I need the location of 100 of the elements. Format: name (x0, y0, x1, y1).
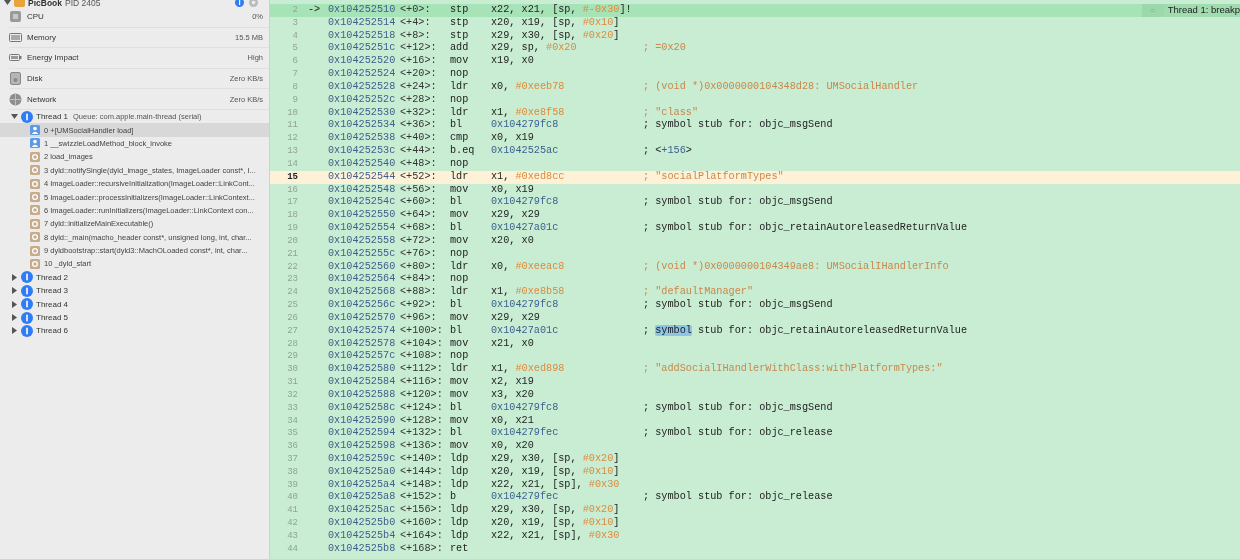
address: 0x104252584 (328, 376, 397, 389)
thread-icon (21, 311, 33, 324)
collapsed-triangle-icon[interactable] (11, 287, 18, 295)
offset: <+24>: (400, 80, 438, 94)
offset: <+48>: (400, 157, 438, 171)
line-number: 23 (286, 273, 299, 287)
operands: x29, x29 (491, 311, 541, 325)
operands: x22, x21, [sp], #0x30 (491, 478, 621, 491)
comment: ; symbol stub for: objc_retainAutoreleasedReturnValue (643, 324, 969, 338)
operands: x0, x21 (491, 414, 535, 427)
collapsed-triangle-icon[interactable] (11, 327, 18, 335)
address: 0x10425256c (328, 299, 397, 312)
comment: ; symbol stub for: objc_retainAutoreleasedReturnValue (643, 222, 968, 235)
line-number: 20 (286, 234, 299, 248)
offset: <+20>: (400, 68, 438, 81)
operands: 0x10427a01c (491, 222, 560, 235)
comment: ; "class" (643, 106, 700, 119)
line-number: 26 (286, 311, 299, 325)
line-number: 33 (286, 401, 299, 415)
mnemonic: ldp (450, 504, 470, 517)
offset: <+44>: (400, 145, 438, 158)
line-number: 16 (286, 183, 299, 197)
offset: <+88>: (400, 286, 438, 300)
address: 0x104252558 (328, 234, 397, 248)
address: 0x104252564 (328, 273, 397, 287)
line-number: 9 (291, 93, 299, 107)
thread-label[interactable]: Thread 6 (36, 326, 69, 336)
offset: <+76>: (400, 247, 438, 261)
mnemonic: mov (450, 388, 470, 402)
operands: x29, x30, [sp, #0x20] (491, 453, 621, 466)
mnemonic: nop (450, 247, 470, 261)
line-number: 15 (286, 170, 299, 184)
operands: x29, x29 (491, 209, 541, 223)
offset: <+136>: (400, 440, 444, 453)
line-number: 35 (286, 427, 299, 441)
address: 0x104252530 (328, 106, 397, 120)
thread-label[interactable]: Thread 5 (36, 313, 69, 322)
pc-arrow: -> (307, 4, 322, 17)
mnemonic: stp (450, 4, 470, 17)
offset: <+40>: (400, 132, 438, 146)
address: 0x104252548 (328, 183, 397, 197)
operands: 0x1042525ac (491, 145, 560, 158)
offset: <+32>: (400, 106, 438, 120)
address: 0x1042525b0 (328, 517, 397, 530)
address: 0x10425254c (328, 196, 397, 210)
address: 0x104252598 (328, 440, 397, 453)
offset: <+56>: (400, 183, 438, 197)
offset: <+152>: (400, 491, 444, 505)
address: 0x104252578 (328, 337, 397, 351)
line-number: 32 (286, 388, 299, 402)
operands: x1, #0xed8cc (491, 170, 566, 184)
collapsed-triangle-icon[interactable] (11, 273, 18, 281)
line-number: 5 (291, 42, 299, 56)
line-number: 36 (286, 440, 299, 453)
operands: x20, x19, [sp, #0x10] (491, 16, 621, 30)
line-number: 21 (286, 247, 299, 261)
mnemonic: add (450, 42, 470, 56)
address: 0x10425255c (328, 247, 397, 261)
mnemonic: ldr (450, 286, 470, 299)
comment: ; symbol stub for: objc_release (643, 491, 834, 505)
offset: <+28>: (400, 93, 438, 107)
mnemonic: ldr (450, 80, 470, 94)
mnemonic: stp (450, 16, 470, 30)
offset: <+36>: (400, 119, 438, 133)
offset: <+80>: (400, 260, 438, 274)
expanded-triangle-icon[interactable] (11, 113, 18, 121)
operands: x0, x19 (491, 132, 535, 146)
collapsed-triangle-icon[interactable] (11, 300, 18, 308)
operands: x20, x19, [sp, #0x10] (491, 517, 621, 530)
thread-label[interactable]: Thread 3 (36, 286, 69, 296)
mnemonic: nop (450, 350, 470, 363)
address: 0x104252574 (328, 324, 397, 338)
line-number: 10 (286, 106, 299, 120)
thread-label[interactable]: Thread 4 (36, 299, 69, 309)
operands: x22, x21, [sp], #0x30 (491, 529, 621, 543)
line-number: 11 (286, 119, 299, 133)
line-number: 22 (286, 260, 299, 274)
offset: <+160>: (400, 517, 444, 530)
operands: x20, x19, [sp, #0x10] (491, 465, 621, 479)
address: 0x1042525a0 (328, 465, 397, 479)
address: 0x10425251c (328, 42, 397, 56)
mnemonic: mov (450, 337, 470, 351)
address: 0x104252580 (328, 363, 397, 377)
offset: <+92>: (400, 299, 438, 312)
operands: x0, #0xeeac8 (491, 260, 566, 274)
person-icon (30, 138, 40, 149)
offset: <+116>: (400, 376, 444, 389)
expanded-triangle-icon[interactable] (4, 0, 11, 6)
collapsed-triangle-icon[interactable] (11, 314, 18, 321)
operands: 0x104279fec (491, 491, 560, 504)
offset: <+16>: (400, 55, 438, 69)
mnemonic: ldr (450, 260, 470, 274)
operands: 0x104279fc8 (491, 196, 560, 210)
thread-label[interactable]: Thread 2 (36, 272, 69, 282)
address: 0x104252554 (328, 222, 397, 235)
offset: <+4>: (400, 16, 432, 30)
line-number: 3 (291, 16, 299, 30)
address: 0x104252538 (328, 132, 397, 146)
address: 0x104252534 (328, 119, 397, 133)
thread-label[interactable]: Thread 1 (36, 112, 69, 122)
